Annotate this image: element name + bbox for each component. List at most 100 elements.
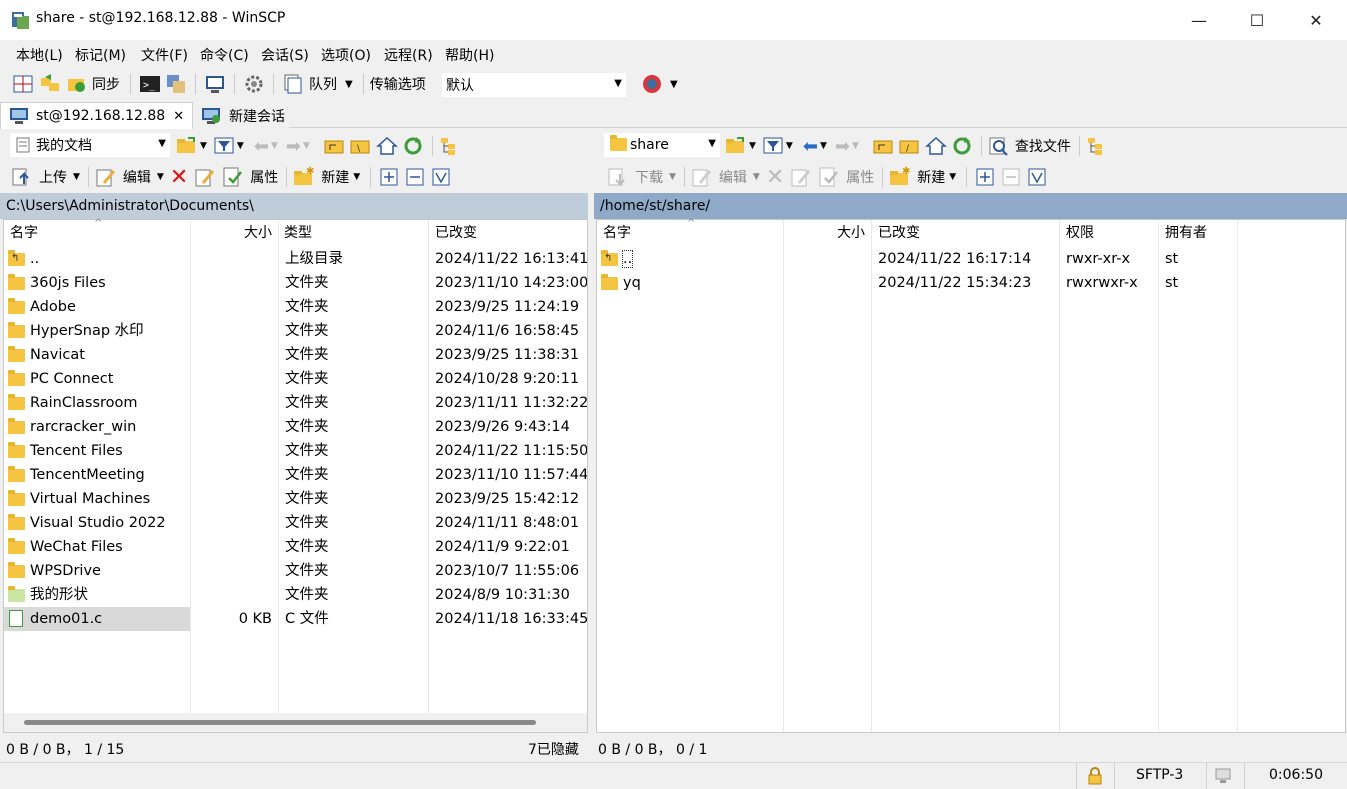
invert-selection-icon[interactable] — [431, 167, 451, 187]
back-arrow-icon[interactable]: ⬅ — [803, 136, 818, 157]
queue-dropdown-icon[interactable]: ▼ — [345, 79, 353, 90]
new-folder-icon[interactable]: ✱ — [889, 166, 911, 188]
table-row[interactable]: RainClassroom 文件夹 2023/11/11 11:32:22 — [4, 391, 587, 415]
menu-remote[interactable]: 远程(R) — [384, 45, 433, 65]
chevron-down-icon[interactable]: ▼ — [852, 141, 859, 151]
chevron-down-icon[interactable]: ▼ — [73, 172, 80, 182]
chevron-down-icon[interactable]: ▼ — [157, 172, 164, 182]
table-row[interactable]: Visual Studio 2022 文件夹 2024/11/11 8:48:01 — [4, 511, 587, 535]
new-button[interactable]: 新建 — [917, 167, 945, 187]
open-folder-icon[interactable] — [725, 136, 747, 156]
chevron-down-icon[interactable]: ▼ — [669, 172, 676, 182]
chevron-down-icon[interactable]: ▼ — [786, 141, 793, 151]
download-button[interactable]: 下载 — [635, 167, 663, 187]
select-all-icon[interactable] — [975, 167, 995, 187]
table-row[interactable]: HyperSnap 水印 文件夹 2024/11/6 16:58:45 — [4, 319, 587, 343]
putty-icon[interactable] — [165, 73, 187, 95]
remote-dir-select[interactable]: share ▼ — [604, 133, 720, 157]
home-icon[interactable] — [924, 136, 947, 156]
column-rights[interactable]: 权限 — [1060, 220, 1160, 246]
delete-icon[interactable]: ✕ — [766, 165, 784, 190]
chevron-down-icon[interactable]: ▼ — [670, 79, 678, 90]
forward-arrow-icon[interactable]: ➡ — [835, 136, 850, 157]
delete-icon[interactable]: ✕ — [170, 165, 188, 190]
table-row[interactable]: Adobe 文件夹 2023/9/25 11:24:19 — [4, 295, 587, 319]
menu-command[interactable]: 命令(C) — [200, 45, 249, 65]
table-row[interactable]: yq 2024/11/22 15:34:23 rwxrwxr-x st — [597, 271, 1345, 295]
select-all-icon[interactable] — [379, 167, 399, 187]
close-icon[interactable]: ✕ — [173, 109, 184, 124]
table-row[interactable]: ↰.. 2024/11/22 16:17:14 rwxr-xr-x st — [597, 247, 1345, 271]
chevron-down-icon[interactable]: ▼ — [949, 172, 956, 182]
sync-dirs-icon[interactable] — [39, 73, 61, 95]
menu-mark[interactable]: 标记(M) — [75, 45, 126, 65]
maximize-button[interactable]: ☐ — [1228, 0, 1286, 40]
local-file-panel[interactable]: 名字 ^ 大小 类型 已改变 ↰.. 上级目录 2024/11/22 16:13:4… — [3, 218, 589, 733]
sync-button[interactable]: 同步 — [92, 74, 120, 94]
session-icon[interactable] — [204, 73, 226, 95]
find-files-button[interactable]: 查找文件 — [1015, 136, 1071, 156]
close-button[interactable]: ✕ — [1287, 0, 1345, 40]
edit-icon[interactable] — [691, 166, 713, 188]
table-row[interactable]: Navicat 文件夹 2023/9/25 11:38:31 — [4, 343, 587, 367]
table-row[interactable]: TencentMeeting 文件夹 2023/11/10 11:57:44 — [4, 463, 587, 487]
home-icon[interactable] — [375, 136, 398, 156]
menu-file[interactable]: 文件(F) — [141, 45, 188, 65]
root-dir-icon[interactable]: \ — [350, 136, 372, 156]
local-path-bar[interactable]: C:\Users\Administrator\Documents\ — [0, 193, 588, 219]
chevron-down-icon[interactable]: ▼ — [749, 141, 756, 151]
upload-icon[interactable] — [10, 166, 32, 188]
chevron-down-icon[interactable]: ▼ — [353, 172, 360, 182]
tab-new-session[interactable]: 新建会话 — [193, 102, 289, 129]
column-changed[interactable]: 已改变 — [872, 220, 1060, 246]
properties-icon[interactable] — [818, 166, 840, 188]
table-row[interactable]: 我的形状 文件夹 2024/8/9 10:31:30 — [4, 583, 587, 607]
unselect-icon[interactable] — [405, 167, 425, 187]
table-row[interactable]: Tencent Files 文件夹 2024/11/22 11:15:50 — [4, 439, 587, 463]
scrollbar-thumb[interactable] — [24, 720, 536, 725]
properties-button[interactable]: 属性 — [846, 167, 874, 187]
tree-icon[interactable] — [439, 136, 461, 156]
parent-dir-icon[interactable] — [324, 136, 346, 156]
refresh-icon[interactable] — [402, 136, 424, 156]
menu-local[interactable]: 本地(L) — [16, 45, 63, 65]
column-type[interactable]: 类型 — [278, 220, 428, 246]
edit-button[interactable]: 编辑 — [719, 167, 747, 187]
tab-session[interactable]: st@192.168.12.88 ✕ — [0, 102, 193, 129]
properties-button[interactable]: 属性 — [250, 167, 278, 187]
menu-options[interactable]: 选项(O) — [321, 45, 371, 65]
remote-path-bar[interactable]: /home/st/share/ — [594, 193, 1347, 219]
properties-icon[interactable] — [222, 166, 244, 188]
chevron-down-icon[interactable]: ▼ — [753, 172, 760, 182]
chevron-down-icon[interactable]: ▼ — [200, 141, 207, 151]
edit-button[interactable]: 编辑 — [123, 167, 151, 187]
queue-icon[interactable] — [282, 73, 304, 95]
chevron-down-icon[interactable]: ▼ — [237, 141, 244, 151]
refresh-icon[interactable] — [951, 136, 973, 156]
upload-button[interactable]: 上传 — [39, 167, 67, 187]
column-size[interactable]: 大小 — [783, 220, 871, 246]
chevron-down-icon[interactable]: ▼ — [820, 141, 827, 151]
table-row[interactable]: WPSDrive 文件夹 2023/10/7 11:55:06 — [4, 559, 587, 583]
rename-icon[interactable] — [194, 166, 216, 188]
root-dir-icon[interactable]: / — [899, 136, 921, 156]
table-row[interactable]: ↰.. 上级目录 2024/11/22 16:13:41 — [4, 247, 587, 271]
chevron-down-icon[interactable]: ▼ — [271, 141, 278, 151]
rename-icon[interactable] — [790, 166, 812, 188]
menu-help[interactable]: 帮助(H) — [445, 45, 494, 65]
table-row[interactable]: PC Connect 文件夹 2024/10/28 9:20:11 — [4, 367, 587, 391]
edit-icon[interactable] — [95, 166, 117, 188]
reconnect-icon[interactable] — [640, 72, 664, 96]
queue-button[interactable]: 队列 — [309, 74, 337, 94]
table-row[interactable]: 360js Files 文件夹 2023/11/10 14:23:00 — [4, 271, 587, 295]
forward-arrow-icon[interactable]: ➡ — [286, 136, 301, 157]
tree-icon[interactable] — [1086, 136, 1108, 156]
column-changed[interactable]: 已改变 — [429, 220, 589, 246]
transfer-options-select[interactable]: 默认 ▼ — [442, 73, 626, 97]
column-size[interactable]: 大小 — [190, 220, 278, 246]
chevron-down-icon[interactable]: ▼ — [303, 141, 310, 151]
remote-file-panel[interactable]: 名字 ^ 大小 已改变 权限 拥有者 ↰.. 2024/11/22 16:17:1… — [596, 218, 1346, 733]
global-options[interactable]: ▼ — [640, 72, 678, 96]
gear-icon[interactable] — [243, 73, 265, 95]
column-owner[interactable]: 拥有者 — [1159, 220, 1239, 246]
